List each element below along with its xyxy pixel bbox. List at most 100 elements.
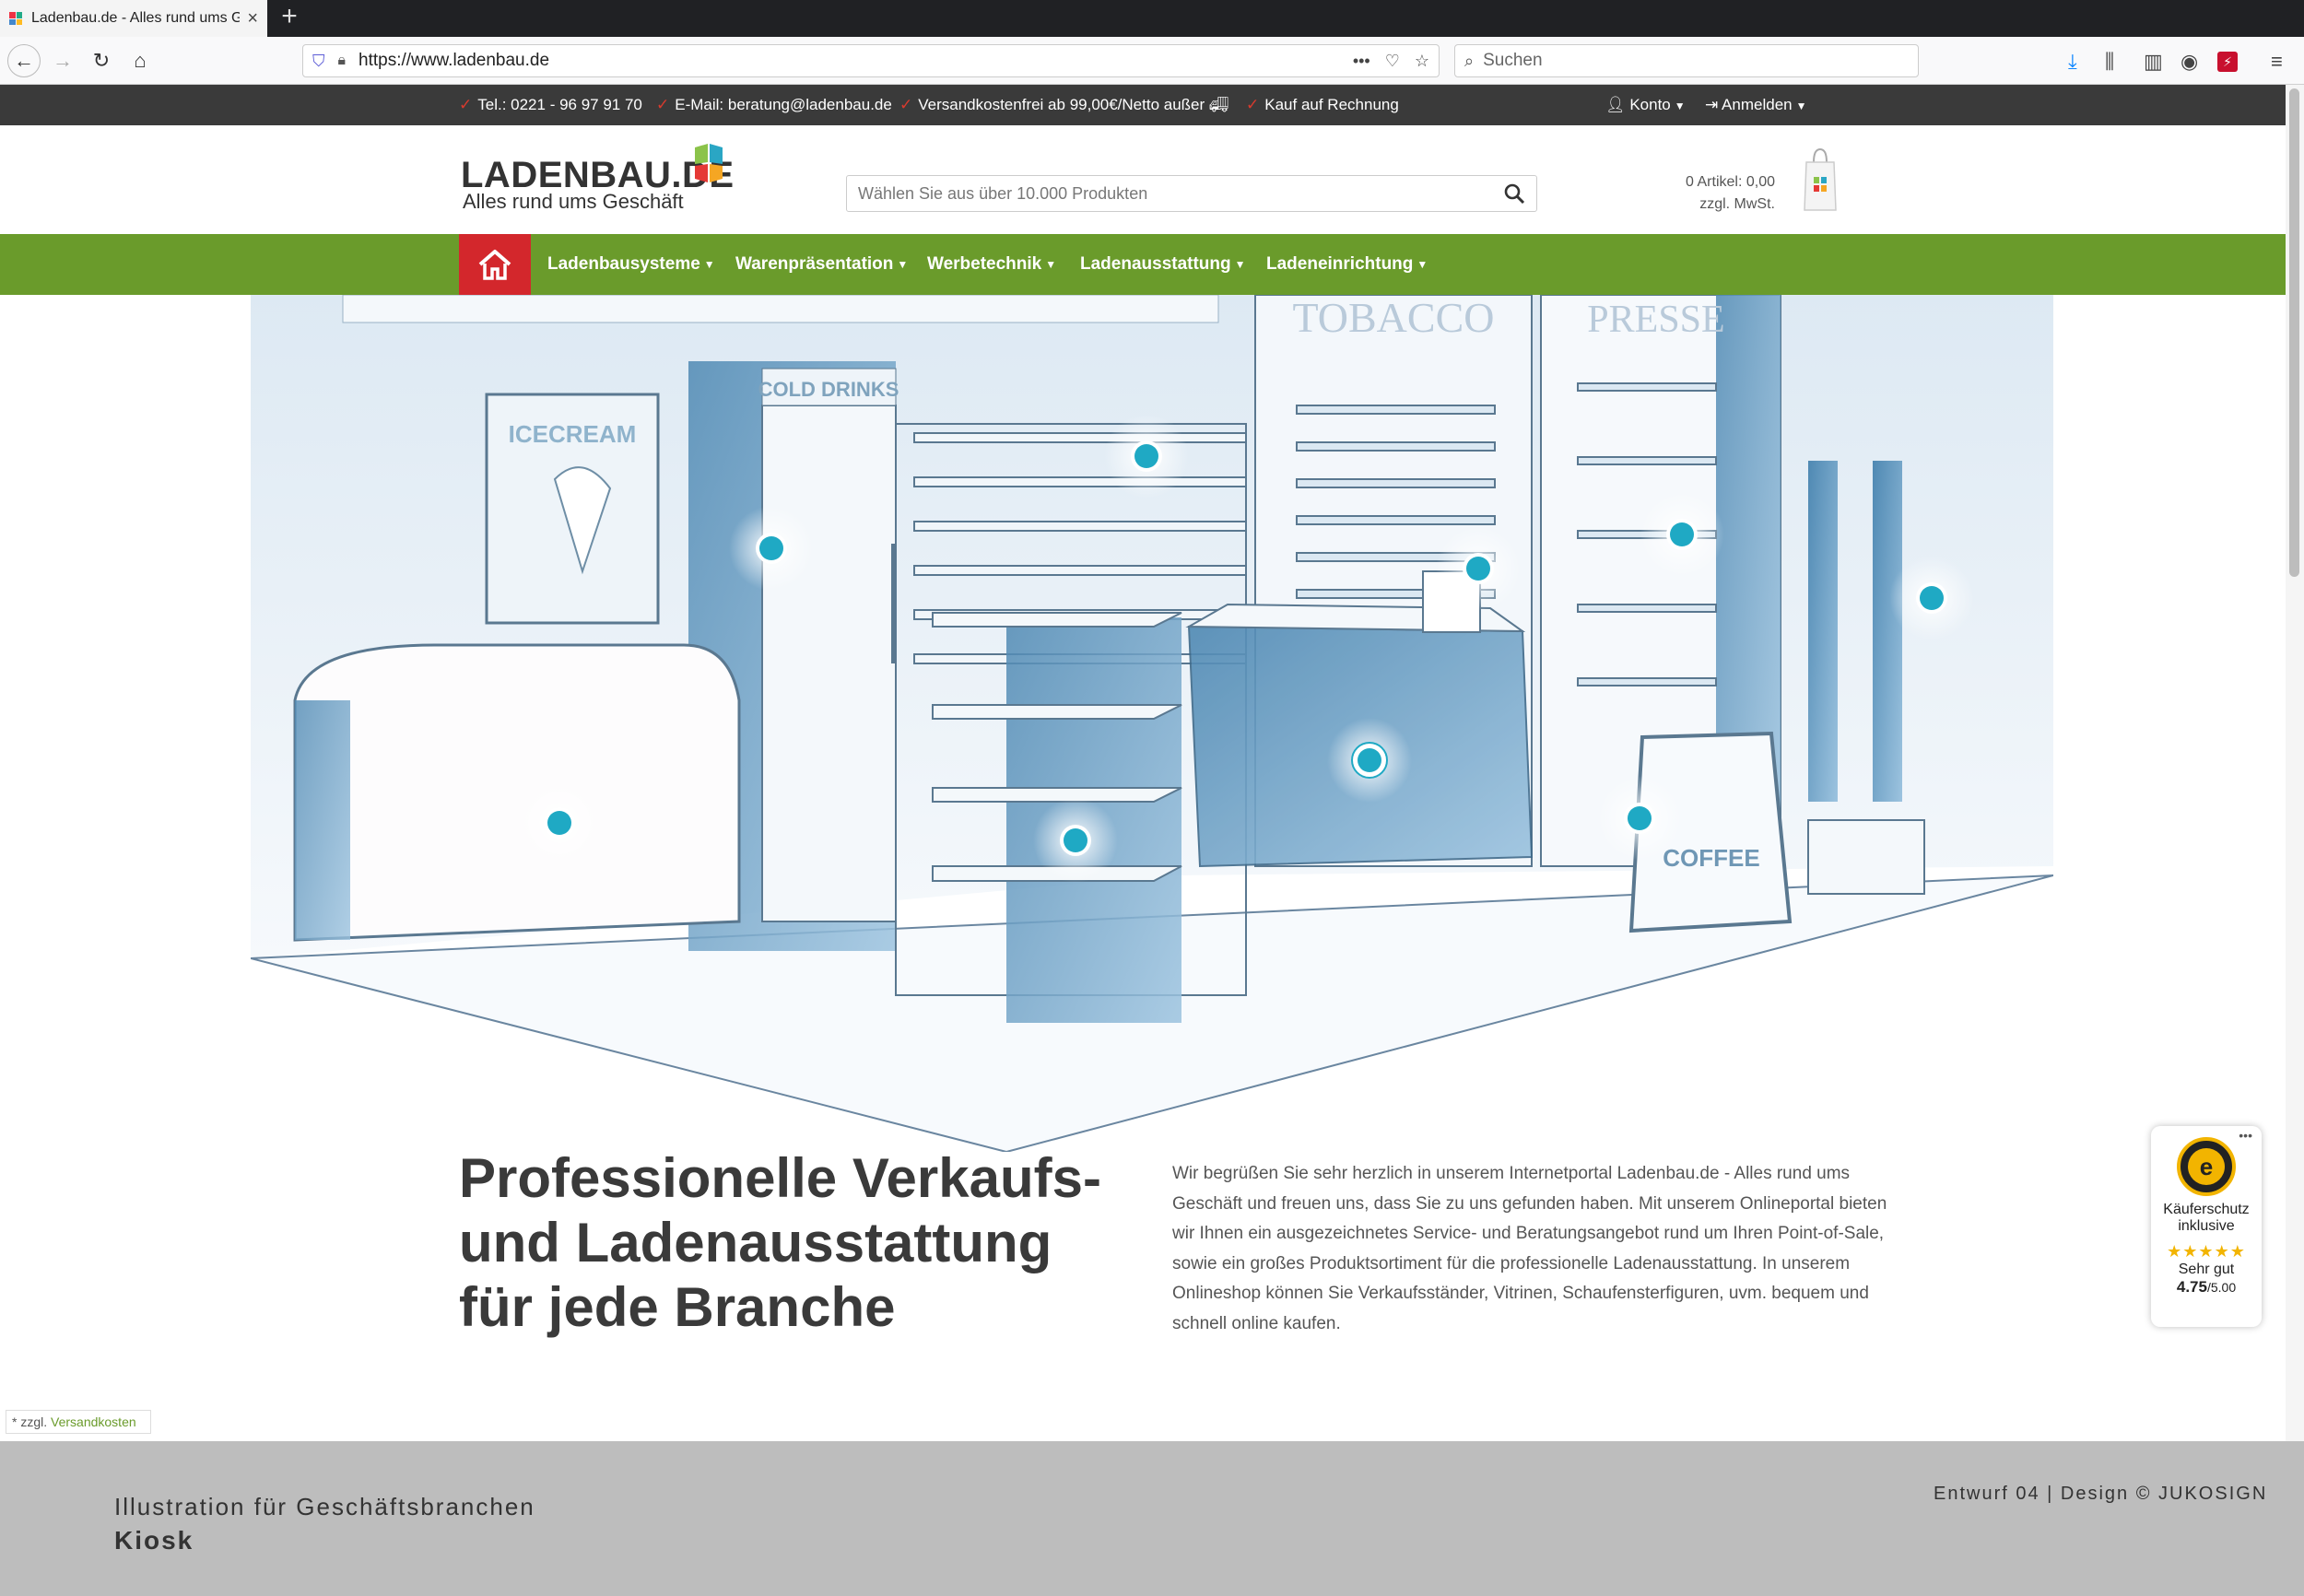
nav-ladeneinrichtung[interactable]: Ladeneinrichtung ▼	[1266, 254, 1428, 275]
check-icon: ✓	[899, 96, 913, 113]
shield-icon[interactable]: ⛉	[312, 52, 325, 71]
sidebar-icon[interactable]: ▥	[2144, 50, 2163, 74]
band-credit: Entwurf 04 | Design © JUKOSIGN	[1934, 1484, 2268, 1504]
phone-text: Tel.: 0221 - 96 97 91 70	[477, 96, 642, 113]
caret-down-icon: ▼	[1234, 257, 1246, 271]
topbar-email[interactable]: ✓ E-Mail: beratung@ladenbau.de	[656, 96, 892, 114]
rating-value: 4.75/5.00	[2151, 1278, 2262, 1297]
intro-paragraph: Wir begrüßen Sie sehr herzlich in unsere…	[1172, 1164, 1887, 1333]
nav-label[interactable]: Ladeneinrichtung	[1266, 254, 1413, 274]
close-tab-icon[interactable]: ×	[247, 8, 258, 29]
home-button[interactable]	[459, 234, 531, 295]
caret-down-icon: ▼	[897, 257, 909, 271]
hotspot-tobacco[interactable]	[1466, 557, 1490, 581]
nav-label[interactable]: Ladenbausysteme	[547, 254, 700, 274]
check-icon: ✓	[656, 96, 670, 113]
nav-werbetechnik[interactable]: Werbetechnik ▼	[927, 254, 1056, 275]
browser-tab-bar	[0, 0, 2304, 37]
login-dropdown[interactable]: ⇥ Anmelden ▼	[1705, 96, 1807, 114]
account-icon[interactable]: ◉	[2181, 50, 2198, 74]
forward-icon[interactable]: →	[46, 44, 79, 77]
user-icon: 👤︎	[1605, 96, 1626, 113]
url-bar[interactable]: ⛉ 🔒︎ https://www.ladenbau.de ••• ♡ ☆	[302, 44, 1440, 77]
topbar-invoice: ✓ Kauf auf Rechnung	[1246, 96, 1399, 114]
cart-tax-note: zzgl. MwSt.	[1699, 196, 1775, 212]
cart-items[interactable]: 0 Artikel: 0,00	[1640, 171, 1775, 194]
caret-down-icon: ▼	[1674, 99, 1686, 112]
hotspot-freezer[interactable]	[547, 811, 571, 835]
url-text[interactable]: https://www.ladenbau.de	[359, 51, 1338, 71]
hotspot-coffee-sign[interactable]	[1628, 806, 1652, 830]
product-search-placeholder: Wählen Sie aus über 10.000 Produkten	[858, 183, 1148, 203]
nav-label[interactable]: Werbetechnik	[927, 254, 1041, 274]
account-label[interactable]: Konto	[1629, 96, 1670, 113]
search-icon[interactable]	[1503, 182, 1525, 205]
hotspot-gondola[interactable]	[1064, 828, 1087, 852]
icecream-poster: ICECREAM	[485, 393, 660, 625]
footnote-prefix: * zzgl.	[12, 1414, 48, 1429]
home-icon[interactable]: ⌂	[123, 44, 157, 77]
scrollbar-thumb[interactable]	[2289, 88, 2299, 577]
shipping-text: Versandkostenfrei ab 99,00€/Netto außer	[918, 96, 1205, 113]
trusted-line1: Käuferschutz	[2163, 1202, 2250, 1217]
nav-label[interactable]: Ladenausstattung	[1080, 254, 1231, 274]
nav-ladenausstattung[interactable]: Ladenausstattung ▼	[1080, 254, 1246, 275]
sales-counter	[1185, 570, 1534, 868]
invoice-text: Kauf auf Rechnung	[1264, 96, 1399, 113]
nav-ladenbausysteme[interactable]: Ladenbausysteme ▼	[547, 254, 715, 275]
band-title: Kiosk	[114, 1526, 194, 1555]
truck-icon: 🚚︎	[1208, 96, 1229, 113]
cart-summary[interactable]: 0 Artikel: 0,00 zzgl. MwSt.	[1640, 171, 1775, 216]
pocket-icon[interactable]: ♡	[1385, 52, 1400, 71]
back-icon[interactable]: ←	[7, 44, 41, 77]
presse-sign: PRESSE	[1587, 299, 1724, 341]
lock-icon[interactable]: 🔒︎	[338, 53, 347, 69]
nav-label[interactable]: Warenpräsentation	[735, 254, 893, 274]
login-label[interactable]: Anmelden	[1722, 96, 1793, 113]
page-headline: Professionelle Verkaufs- und Ladenaussta…	[459, 1147, 1101, 1338]
check-icon: ✓	[459, 96, 473, 113]
email-link[interactable]: E-Mail: beratung@ladenbau.de	[675, 96, 892, 113]
account-dropdown[interactable]: 👤︎ Konto ▼	[1605, 96, 1686, 114]
tobacco-sign: TOBACCO	[1293, 295, 1495, 341]
band-caption: Illustration für Geschäftsbranchen	[114, 1493, 535, 1520]
page-actions-icon[interactable]: •••	[1353, 52, 1370, 71]
shopping-bag-icon[interactable]	[1803, 146, 1838, 212]
seal-letter: e	[2188, 1148, 2225, 1185]
trusted-line2: inklusive	[2178, 1218, 2235, 1234]
shipping-footnote: * zzgl. Versandkosten	[6, 1410, 151, 1434]
menu-icon[interactable]: ≡	[2271, 50, 2283, 74]
hotspot-counter[interactable]	[1358, 748, 1381, 772]
extension-icon[interactable]: ⚡︎	[2217, 52, 2238, 72]
login-icon: ⇥	[1705, 96, 1719, 113]
product-search-input[interactable]: Wählen Sie aus über 10.000 Produkten	[846, 175, 1537, 212]
trusted-shops-badge[interactable]: ••• e Käuferschutz inklusive ★★★★★ Sehr …	[2151, 1126, 2262, 1327]
reload-icon[interactable]: ↻	[85, 44, 118, 77]
nav-warenpraesentation[interactable]: Warenpräsentation ▼	[735, 254, 908, 275]
check-icon: ✓	[1246, 96, 1260, 113]
coffee-sign: COFFEE	[1663, 844, 1759, 872]
cold-drinks-sign: COLD DRINKS	[758, 378, 899, 401]
shipping-costs-link[interactable]: Versandkosten	[51, 1414, 136, 1429]
browser-search-placeholder: Suchen	[1483, 51, 1543, 70]
hotspot-press[interactable]	[1670, 522, 1694, 546]
browser-search-field[interactable]: ⌕ Suchen	[1454, 44, 1919, 77]
new-tab-icon[interactable]: +	[273, 0, 306, 37]
library-icon[interactable]: ⫼	[2105, 50, 2114, 74]
rating-score: 4.75	[2176, 1278, 2207, 1296]
browser-tab[interactable]: Ladenbau.de - Alles rund ums G ×	[0, 0, 267, 37]
home-icon	[478, 250, 511, 280]
tab-title: Ladenbau.de - Alles rund ums G	[31, 10, 241, 26]
caret-down-icon: ▼	[1795, 99, 1807, 112]
download-icon[interactable]: ⤓	[2068, 50, 2077, 74]
hotspot-fridge[interactable]	[759, 536, 783, 560]
bookmark-star-icon[interactable]: ☆	[1415, 52, 1429, 71]
trusted-seal-icon: e	[2177, 1137, 2236, 1196]
caret-down-icon: ▼	[1416, 257, 1428, 271]
hotspot-card-rack[interactable]	[1920, 586, 1944, 610]
topbar-shipping: ✓ Versandkostenfrei ab 99,00€/Netto außer…	[899, 96, 1229, 114]
more-options-icon[interactable]: •••	[2239, 1128, 2252, 1143]
topbar-phone: ✓ Tel.: 0221 - 96 97 91 70	[459, 96, 642, 114]
icecream-sign: ICECREAM	[509, 420, 637, 448]
hotspot-wall-shelves[interactable]	[1134, 444, 1158, 468]
